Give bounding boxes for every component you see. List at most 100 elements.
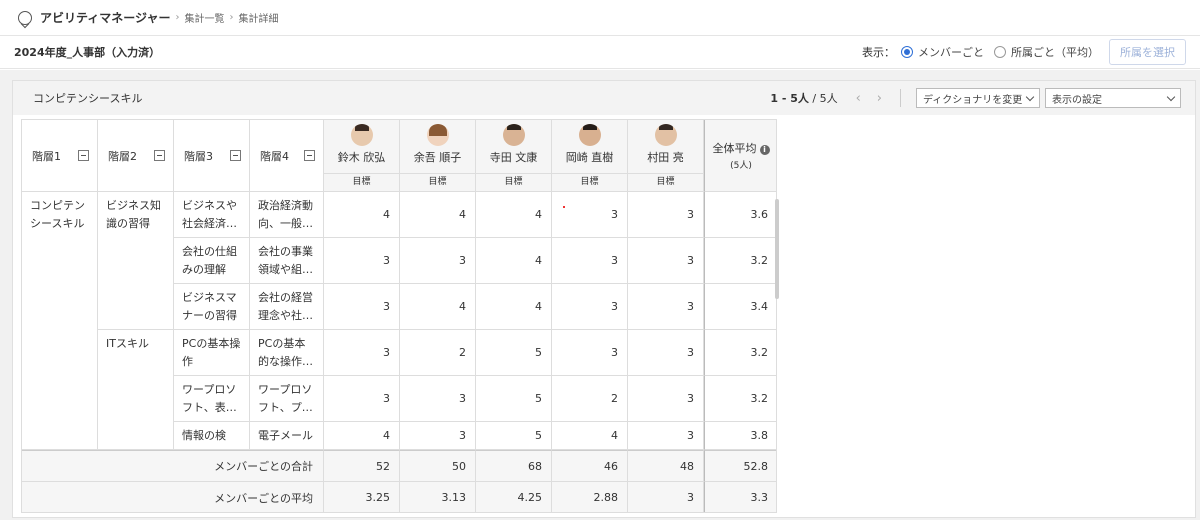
score-cell[interactable]: 3 bbox=[324, 330, 400, 376]
avatar bbox=[350, 124, 373, 146]
col-h1-label: 階層1 bbox=[32, 149, 61, 163]
breadcrumb-separator-icon: › bbox=[175, 12, 180, 23]
radio-unselected-icon bbox=[994, 46, 1006, 58]
breadcrumb-separator-icon: › bbox=[229, 12, 234, 23]
skill-panel: コンピテンシースキル 1 - 5人 / 5人 ‹ › ディクショナリを変更 表示… bbox=[12, 80, 1196, 518]
score-cell[interactable]: 4 bbox=[324, 192, 400, 238]
score-cell[interactable]: 3 bbox=[628, 422, 704, 450]
group-l2-it: ITスキル bbox=[98, 330, 174, 450]
score-cell[interactable]: 4 bbox=[552, 422, 628, 450]
select-org-button[interactable]: 所属を選択 bbox=[1109, 39, 1186, 65]
sub-header: 2024年度_人事部（入力済） 表示： メンバーごと 所属ごと（平均） 所属を選… bbox=[0, 36, 1200, 69]
collapse-icon[interactable] bbox=[230, 150, 241, 161]
radio-member[interactable]: メンバーごと bbox=[901, 44, 984, 60]
footer-sum-label: メンバーごとの合計 bbox=[214, 460, 313, 473]
collapse-icon[interactable] bbox=[154, 150, 165, 161]
panel-title: コンピテンシースキル bbox=[33, 92, 143, 105]
average-cell: 3.8 bbox=[704, 422, 776, 450]
member-sum-cell: 48 bbox=[628, 450, 704, 482]
col-header-h3: 階層3 bbox=[174, 120, 250, 192]
hair-shape bbox=[354, 124, 369, 131]
score-cell[interactable]: 3 bbox=[552, 330, 628, 376]
member-sum-cell: 50 bbox=[400, 450, 476, 482]
next-page-icon[interactable]: › bbox=[877, 91, 882, 106]
score-cell[interactable]: 3 bbox=[552, 238, 628, 284]
score-cell[interactable]: 4 bbox=[400, 192, 476, 238]
member-header[interactable]: 寺田 文康 目標 bbox=[476, 120, 552, 192]
group-l1: コンピテンシースキル bbox=[22, 192, 98, 450]
score-cell[interactable]: 4 bbox=[400, 284, 476, 330]
member-header[interactable]: 鈴木 欣弘 目標 bbox=[324, 120, 400, 192]
score-cell[interactable]: 3 bbox=[628, 192, 704, 238]
member-sum-cell: 52 bbox=[324, 450, 400, 482]
skill-l3-cell: ビジネスや社会経済… bbox=[174, 192, 250, 238]
top-bar: アビリティマネージャー › 集計一覧 › 集計詳細 bbox=[0, 0, 1200, 36]
hair-shape bbox=[428, 124, 447, 136]
info-icon[interactable]: i bbox=[759, 145, 770, 155]
skill-l3-cell: PCの基本操作 bbox=[174, 330, 250, 376]
score-cell[interactable]: 3 bbox=[628, 376, 704, 422]
score-cell[interactable]: 4 bbox=[476, 284, 552, 330]
pager-info: 1 - 5人 / 5人 bbox=[770, 90, 837, 106]
score-cell[interactable]: 4 bbox=[324, 422, 400, 450]
score-cell[interactable]: 4 bbox=[476, 192, 552, 238]
score-cell[interactable]: 3 bbox=[400, 376, 476, 422]
display-settings-select[interactable]: 表示の設定 bbox=[1045, 88, 1181, 108]
avatar bbox=[426, 124, 449, 146]
overall-average-sub: (5人) bbox=[730, 161, 752, 171]
breadcrumb-item-list[interactable]: 集計一覧 bbox=[184, 10, 224, 25]
member-header[interactable]: 村田 亮 目標 bbox=[628, 120, 704, 192]
sum-overall-cell: 52.8 bbox=[704, 450, 776, 482]
collapse-icon[interactable] bbox=[304, 150, 315, 161]
score-cell[interactable]: 4 bbox=[476, 238, 552, 284]
member-sum-cell: 46 bbox=[552, 450, 628, 482]
hair-shape bbox=[582, 124, 597, 130]
member-header[interactable]: 余吾 順子 目標 bbox=[400, 120, 476, 192]
score-cell[interactable]: 3 bbox=[628, 330, 704, 376]
average-cell: 3.6 bbox=[704, 192, 776, 238]
col-header-h2: 階層2 bbox=[98, 120, 174, 192]
goal-label: 目標 bbox=[324, 173, 399, 191]
score-cell[interactable]: 2 bbox=[400, 330, 476, 376]
score-cell[interactable]: 3 bbox=[324, 376, 400, 422]
app-logo-icon bbox=[18, 10, 32, 25]
divider bbox=[900, 89, 901, 107]
member-name: 寺田 文康 bbox=[489, 151, 538, 164]
score-cell[interactable]: 3 bbox=[552, 192, 628, 238]
score-cell[interactable]: 3 bbox=[628, 238, 704, 284]
score-cell[interactable]: 3 bbox=[324, 238, 400, 284]
col-h4-label: 階層4 bbox=[260, 149, 289, 163]
pager-range: 1 - 5人 bbox=[770, 92, 809, 105]
footer-avg-label: メンバーごとの平均 bbox=[214, 491, 313, 505]
radio-org-label: 所属ごと（平均） bbox=[1011, 46, 1099, 59]
dictionary-select[interactable]: ディクショナリを変更 bbox=[916, 88, 1040, 108]
member-header[interactable]: 岡崎 直樹 目標 bbox=[552, 120, 628, 192]
radio-org-average[interactable]: 所属ごと（平均） bbox=[994, 44, 1099, 60]
score-cell[interactable]: 3 bbox=[400, 422, 476, 450]
score-cell[interactable]: 3 bbox=[552, 284, 628, 330]
skill-table: 階層1 階層2 階層3 階層4 鈴木 欣弘 目標 余吾 順子 目標 寺田 文康 … bbox=[21, 119, 777, 513]
app-title[interactable]: アビリティマネージャー bbox=[40, 9, 170, 26]
score-cell[interactable]: 3 bbox=[324, 284, 400, 330]
prev-page-icon[interactable]: ‹ bbox=[856, 91, 861, 106]
score-cell[interactable]: 3 bbox=[400, 238, 476, 284]
col-header-h1: 階層1 bbox=[22, 120, 98, 192]
radio-selected-icon bbox=[901, 46, 913, 58]
collapse-icon[interactable] bbox=[78, 150, 89, 161]
skill-l4-cell: ワープロソフト、プ… bbox=[250, 376, 324, 422]
col-h3-label: 階層3 bbox=[184, 149, 213, 163]
average-cell: 3.4 bbox=[704, 284, 776, 330]
score-cell[interactable]: 2 bbox=[552, 376, 628, 422]
score-cell[interactable]: 5 bbox=[476, 330, 552, 376]
skill-l3-cell: ワープロソフト、表… bbox=[174, 376, 250, 422]
member-average-cell: 3.13 bbox=[400, 482, 476, 512]
member-name: 鈴木 欣弘 bbox=[337, 151, 386, 164]
skill-l3-cell: 情報の検 bbox=[174, 422, 250, 450]
note-marker-icon bbox=[563, 206, 565, 208]
average-cell: 3.2 bbox=[704, 238, 776, 284]
score-cell[interactable]: 3 bbox=[628, 284, 704, 330]
score-cell[interactable]: 5 bbox=[476, 376, 552, 422]
score-cell[interactable]: 5 bbox=[476, 422, 552, 450]
dictionary-select-label: ディクショナリを変更 bbox=[923, 94, 1023, 106]
table-scrollbar[interactable] bbox=[775, 199, 779, 299]
